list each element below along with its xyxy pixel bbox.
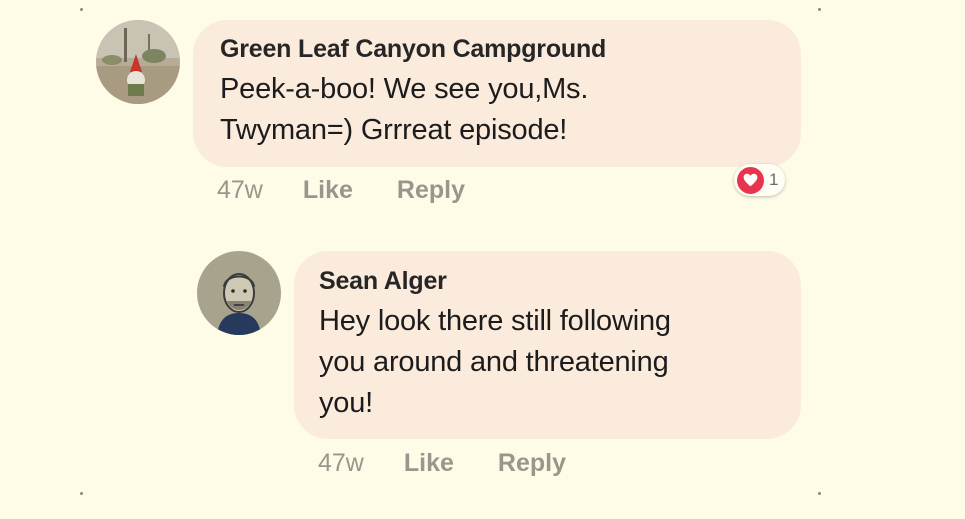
comment-text-line: you around and threatening: [319, 346, 669, 378]
campground-photo-icon: [96, 20, 180, 104]
comment-text-line: you!: [319, 387, 374, 419]
comment-actions: 47w Like Reply: [217, 176, 509, 205]
comment-author[interactable]: Sean Alger: [319, 266, 801, 296]
corner-dot: [818, 492, 821, 495]
comment-text-line: Peek-a-boo! We see you,Ms.: [220, 73, 589, 105]
heart-icon: [737, 166, 764, 194]
timestamp[interactable]: 47w: [217, 176, 263, 205]
reply-button[interactable]: Reply: [498, 449, 566, 478]
like-button[interactable]: Like: [404, 449, 454, 478]
corner-dot: [80, 8, 83, 11]
reply-button[interactable]: Reply: [397, 176, 465, 205]
avatar[interactable]: [197, 251, 281, 335]
comment-bubble: Green Leaf Canyon Campground Peek-a-boo!…: [193, 20, 801, 167]
like-button[interactable]: Like: [303, 176, 353, 205]
comment-actions: 47w Like Reply: [318, 449, 610, 478]
comment-author[interactable]: Green Leaf Canyon Campground: [220, 34, 801, 64]
comment-text: Peek-a-boo! We see you,Ms. Twyman=) Grrr…: [220, 69, 801, 151]
reaction-badge[interactable]: 1: [734, 164, 786, 196]
comment-bubble: Sean Alger Hey look there still followin…: [294, 251, 801, 439]
comment-text: Hey look there still following you aroun…: [319, 301, 801, 424]
timestamp[interactable]: 47w: [318, 449, 364, 478]
avatar[interactable]: [96, 20, 180, 104]
corner-dot: [818, 8, 821, 11]
comment-text-line: Hey look there still following: [319, 305, 671, 337]
user-sketch-icon: [197, 251, 281, 335]
corner-dot: [80, 492, 83, 495]
reaction-count: 1: [769, 170, 779, 189]
comment-text-line: Twyman=) Grrreat episode!: [220, 114, 568, 146]
